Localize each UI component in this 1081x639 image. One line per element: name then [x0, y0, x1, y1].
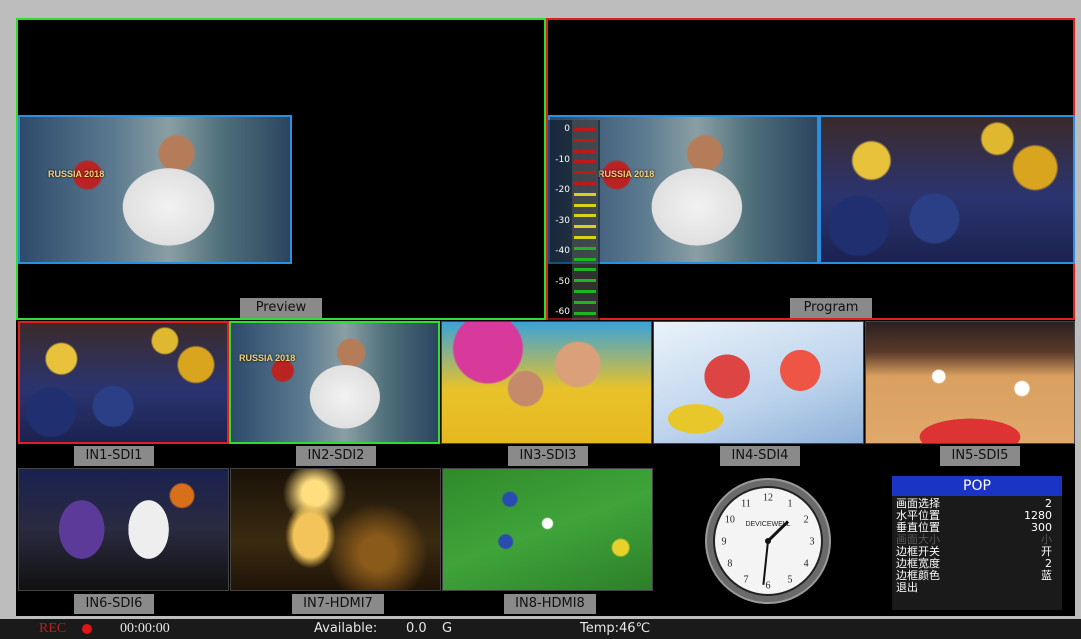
input-4-window[interactable]: [653, 321, 864, 444]
input-1-label: IN1-SDI1: [74, 446, 154, 466]
meter-segment: [574, 300, 596, 304]
meter-tick-label: -20: [555, 185, 570, 195]
world-cup-logo: RUSSIA 2018: [48, 169, 105, 179]
meter-segment: [574, 290, 596, 293]
meter-segment: [574, 311, 596, 315]
input-5-label: IN5-SDI5: [940, 446, 1020, 466]
meter-segment: [574, 246, 596, 250]
input-7-window[interactable]: [230, 468, 441, 591]
meter-segment: [574, 257, 596, 261]
pop-menu-title: POP: [892, 476, 1062, 496]
pop-menu-item-name: 退出: [896, 581, 918, 594]
available-label: Available:: [314, 621, 378, 636]
world-cup-logo: RUSSIA 2018: [598, 169, 655, 179]
input-8-label: IN8-HDMI8: [504, 594, 596, 614]
clock-number: 7: [744, 575, 749, 586]
program-monitor[interactable]: RUSSIA 2018 0 -10 -20 -30 -40 -50 -60 Program: [546, 18, 1075, 320]
clock-number: 8: [727, 559, 732, 570]
input-2-label: IN2-SDI2: [296, 446, 376, 466]
audio-level-meter: 0 -10 -20 -30 -40 -50 -60: [548, 120, 600, 320]
input-3-window[interactable]: [441, 321, 652, 444]
crowd-celebration-image: [20, 323, 227, 442]
meter-segment: [574, 214, 596, 218]
preview-pip-window[interactable]: RUSSIA 2018: [18, 115, 292, 264]
analog-clock: 121234567891011 DEVICEWELL: [705, 478, 831, 604]
basketball-players-image: [19, 469, 228, 590]
meter-segment: [574, 149, 596, 153]
meter-tick-label: -10: [555, 154, 570, 165]
status-bar: REC 00:00:00 Available: 0.0 G Temp:46℃: [0, 619, 1081, 639]
record-time: 00:00:00: [120, 621, 170, 636]
gold-dancer-image: [231, 469, 440, 590]
soccer-player-image: [231, 323, 438, 442]
clock-number: 9: [722, 537, 727, 548]
meter-tick-label: -30: [555, 215, 570, 226]
soccer-player-image: [20, 117, 290, 262]
input-7-label: IN7-HDMI7: [292, 594, 384, 614]
temperature: Temp:46℃: [580, 621, 651, 636]
clock-number: 1: [788, 498, 793, 509]
input-4-label: IN4-SDI4: [720, 446, 800, 466]
meter-segment: [574, 160, 596, 164]
meter-segment: [574, 268, 596, 272]
program-pop-window[interactable]: [819, 115, 1075, 264]
available-value: 0.0: [406, 621, 427, 636]
input-8-window[interactable]: [442, 468, 653, 591]
input-6-window[interactable]: [18, 468, 229, 591]
input-6-label: IN6-SDI6: [74, 594, 154, 614]
clock-number: 2: [804, 515, 809, 526]
clock-center: [765, 538, 771, 544]
program-label: Program: [790, 298, 872, 318]
rec-indicator-icon: [82, 624, 92, 634]
world-cup-logo: RUSSIA 2018: [239, 353, 296, 363]
clock-number: 5: [788, 575, 793, 586]
clock-number: 10: [725, 515, 735, 526]
soccer-pitch-image: [443, 469, 652, 590]
meter-segment: [574, 236, 596, 239]
clock-number: 3: [810, 537, 815, 548]
meter-tick-label: -60: [555, 307, 570, 317]
meter-segment: [574, 171, 596, 175]
pop-menu[interactable]: POP 画面选择 2 水平位置 1280 垂直位置 300 画面大小小边框开关开边框宽度 2 边…: [892, 476, 1062, 610]
input-3-label: IN3-SDI3: [508, 446, 588, 466]
meter-segment: [574, 225, 596, 229]
meter-segment: [574, 203, 596, 207]
input-5-window[interactable]: [865, 321, 1075, 444]
input-1-window[interactable]: [18, 321, 229, 444]
meter-segment: [574, 128, 596, 131]
meter-segment: [574, 279, 596, 283]
meter-segment: [574, 192, 596, 196]
basketball-court-image: [866, 322, 1074, 443]
rec-label[interactable]: REC: [39, 621, 66, 637]
clock-number: 12: [763, 493, 773, 504]
input-2-window[interactable]: RUSSIA 2018: [229, 321, 440, 444]
pop-menu-item-value: 蓝: [1041, 569, 1052, 582]
clock-number: 4: [804, 559, 809, 570]
martial-arts-image: [654, 322, 863, 443]
crowd-celebration-image: [821, 117, 1073, 262]
available-unit: G: [442, 621, 453, 636]
meter-segment: [574, 138, 596, 142]
meter-tick-label: -50: [555, 276, 570, 287]
meter-segment: [574, 182, 596, 185]
preview-monitor[interactable]: RUSSIA 2018 Preview: [16, 18, 546, 320]
meter-tick-label: 0: [564, 124, 570, 134]
clock-number: 11: [741, 498, 751, 509]
preview-label: Preview: [240, 298, 322, 318]
meter-tick-label: -40: [555, 246, 570, 256]
fans-image: [442, 322, 651, 443]
clock-number: 6: [766, 581, 771, 592]
pop-menu-item[interactable]: 退出: [892, 582, 1062, 594]
